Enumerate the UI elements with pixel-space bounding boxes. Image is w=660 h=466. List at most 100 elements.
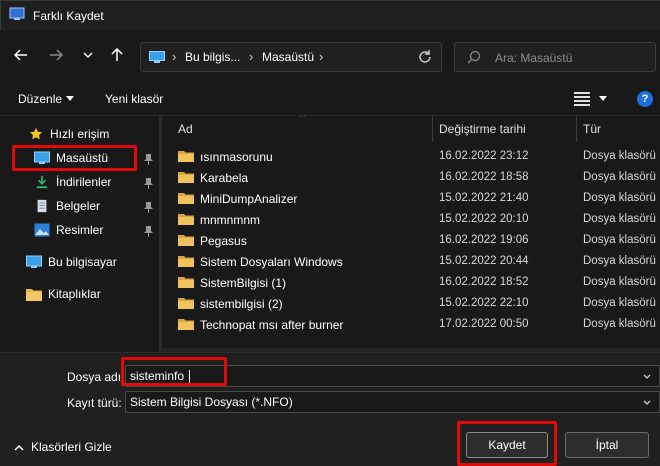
file-type: Dosya klasörü — [583, 276, 656, 288]
file-row[interactable]: SistemBilgisi (1) 16.02.2022 18:52 Dosya k… — [162, 272, 660, 293]
up-button[interactable] — [106, 44, 128, 66]
back-button[interactable] — [10, 44, 32, 66]
file-date: 15.02.2022 20:44 — [439, 255, 529, 267]
sidebar-item-label: Belgeler — [56, 199, 101, 213]
computer-icon — [149, 51, 165, 63]
filetype-value: Sistem Bilgisi Dosyası (*.NFO) — [130, 395, 293, 409]
address-bar[interactable]: › Bu bilgis... › Masaüstü › — [140, 42, 442, 72]
file-name: sistembilgisi (2) — [200, 297, 283, 311]
file-name: ısınmasorunu — [200, 150, 273, 164]
sidebar-item-this-pc[interactable]: Bu bilgisayar — [26, 251, 117, 273]
column-header-type[interactable]: Tür — [583, 116, 601, 142]
filetype-select[interactable]: Sistem Bilgisi Dosyası (*.NFO) — [125, 391, 660, 413]
window-title: Farklı Kaydet — [33, 9, 104, 23]
sort-ascending-icon: ^ — [300, 116, 305, 123]
desktop-icon — [34, 151, 50, 164]
file-type: Dosya klasörü — [583, 297, 656, 309]
pin-icon[interactable] — [144, 154, 153, 165]
recent-locations-button[interactable] — [77, 44, 99, 66]
cancel-button[interactable]: İptal — [565, 432, 649, 458]
arrow-right-icon — [50, 49, 63, 61]
download-icon — [36, 175, 48, 189]
filetype-label: Kayıt türü: — [67, 396, 122, 410]
file-name: Pegasus — [200, 234, 247, 248]
chevron-down-icon — [643, 400, 651, 405]
folder-icon — [178, 214, 194, 225]
caret-down-icon — [66, 96, 74, 101]
sidebar-item-downloads[interactable]: İndirilenler — [34, 171, 111, 193]
chevron-down-icon — [83, 52, 93, 58]
file-date: 15.02.2022 21:40 — [439, 192, 529, 204]
file-row[interactable]: Pegasus 16.02.2022 19:06 Dosya klasörü — [162, 230, 660, 251]
view-options-icon[interactable] — [574, 92, 590, 106]
file-row[interactable]: Technopat msı after burner 17.02.2022 00:… — [162, 314, 660, 335]
sidebar-item-label: Bu bilgisayar — [48, 255, 117, 269]
search-box[interactable]: Ara: Masaüstü — [454, 42, 656, 72]
folder-icon — [178, 277, 194, 288]
pictures-icon — [34, 223, 50, 237]
column-divider[interactable] — [432, 116, 433, 142]
file-type: Dosya klasörü — [583, 192, 656, 204]
sidebar-item-label: Hızlı erişim — [50, 127, 110, 141]
new-folder-button[interactable]: Yeni klasör — [105, 92, 163, 106]
hide-folders-button[interactable]: Klasörleri Gizle — [14, 440, 112, 454]
chevron-right-icon: › — [249, 49, 254, 64]
sidebar-item-libraries[interactable]: Kitaplıklar — [26, 283, 101, 305]
computer-icon — [26, 255, 42, 268]
toolbar: Düzenle Yeni klasör — [0, 82, 660, 116]
chevron-up-icon — [14, 444, 24, 451]
pin-icon[interactable] — [144, 226, 153, 237]
file-date: 16.02.2022 19:06 — [439, 234, 529, 246]
filename-value: sisteminfo — [130, 369, 185, 383]
file-row[interactable]: Sistem Dosyaları Windows 15.02.2022 20:44… — [162, 251, 660, 272]
file-type: Dosya klasörü — [583, 171, 656, 183]
forward-button[interactable] — [45, 44, 67, 66]
sidebar-item-desktop[interactable]: Masaüstü — [34, 147, 108, 169]
search-placeholder: Ara: Masaüstü — [495, 51, 573, 65]
file-type: Dosya klasörü — [583, 318, 656, 330]
pin-icon[interactable] — [144, 178, 153, 189]
save-button[interactable]: Kaydet — [466, 432, 548, 458]
breadcrumb-this-pc[interactable]: Bu bilgis... — [185, 50, 240, 64]
file-row[interactable]: sistembilgisi (2) 15.02.2022 22:10 Dosya k… — [162, 293, 660, 314]
file-name: Sistem Dosyaları Windows — [200, 255, 343, 269]
sidebar-item-label: Masaüstü — [56, 151, 109, 165]
star-icon — [29, 127, 43, 140]
file-date: 16.02.2022 23:12 — [439, 150, 529, 162]
organize-menu-button[interactable]: Düzenle — [18, 92, 62, 106]
folder-icon — [178, 256, 194, 267]
sidebar-item-pictures[interactable]: Resimler — [34, 219, 103, 241]
folder-icon — [178, 235, 194, 246]
sidebar-item-quick-access[interactable]: Hızlı erişim — [28, 123, 109, 145]
file-name: MiniDumpAnalizer — [200, 192, 298, 206]
caret-down-icon[interactable] — [599, 96, 607, 101]
folder-icon — [178, 298, 194, 309]
file-row[interactable]: mnmnmnm 15.02.2022 20:10 Dosya klasörü — [162, 209, 660, 230]
folder-icon — [178, 193, 194, 204]
app-icon — [9, 7, 25, 20]
chevron-right-icon: › — [319, 49, 324, 64]
column-header-name[interactable]: Ad — [178, 116, 193, 142]
column-header-date[interactable]: Değiştirme tarihi — [439, 116, 526, 142]
filename-input[interactable]: sisteminfo — [125, 365, 660, 387]
file-list: ^ Ad Değiştirme tarihi Tür ısınmasorunu 1… — [162, 116, 660, 352]
libraries-icon — [26, 289, 42, 301]
file-name: Karabela — [200, 171, 249, 185]
file-date: 15.02.2022 22:10 — [439, 297, 529, 309]
sidebar-item-label: İndirilenler — [56, 175, 112, 189]
chevron-right-icon: › — [172, 49, 177, 64]
hide-folders-label: Klasörleri Gizle — [31, 440, 112, 454]
file-row[interactable]: MiniDumpAnalizer 15.02.2022 21:40 Dosya kl… — [162, 188, 660, 209]
refresh-icon[interactable] — [417, 49, 433, 65]
file-row[interactable]: ısınmasorunu 16.02.2022 23:12 Dosya klasör… — [162, 146, 660, 167]
sidebar-item-documents[interactable]: Belgeler — [34, 195, 100, 217]
help-button[interactable]: ? — [637, 91, 653, 107]
text-cursor — [189, 370, 190, 383]
filename-label: Dosya adı: — [67, 370, 125, 384]
file-date: 17.02.2022 00:50 — [439, 318, 529, 330]
breadcrumb-desktop[interactable]: Masaüstü — [262, 50, 314, 64]
column-divider[interactable] — [576, 116, 577, 142]
pin-icon[interactable] — [144, 202, 153, 213]
file-row[interactable]: Karabela 16.02.2022 18:58 Dosya klasörü — [162, 167, 660, 188]
chevron-down-icon[interactable] — [643, 374, 651, 380]
